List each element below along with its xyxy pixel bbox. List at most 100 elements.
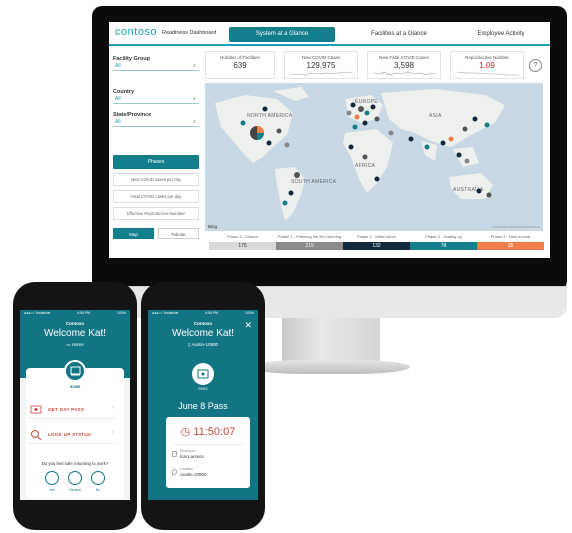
home-label: HOME [69, 385, 81, 389]
employee-caption: Employee [180, 449, 196, 453]
answer-yes: Yes [49, 488, 55, 492]
phone-pass: ●●●○○ Vodafone 4:00 PM 100% Contoso ✕ We… [141, 282, 265, 530]
tab-facilities-at-a-glance[interactable]: Facilities at a Glance [357, 27, 441, 42]
monitor-stand [282, 318, 380, 366]
pass-icon [30, 405, 42, 414]
chevron-right-icon: › [112, 405, 114, 411]
state-select[interactable]: All ∨ [113, 118, 199, 127]
location-pin-icon [172, 469, 177, 475]
help-icon[interactable]: ? [529, 59, 542, 72]
company-name: Contoso [65, 321, 85, 326]
status-bar: ●●●○○ Vodafone 4:00 PM 100% [20, 310, 130, 318]
kpi-value: 639 [233, 61, 247, 70]
metric-button-new-cases[interactable]: New COVID cases per day [113, 173, 199, 186]
filter-pane: Facility Group All ∨ Country All ∨ State/P… [113, 52, 199, 252]
kpi-value: 1.09 [479, 61, 495, 70]
status-bar: ●●●○○ Vodafone 4:00 PM 100% [148, 310, 258, 318]
welcome-text: Welcome Kat! [171, 328, 235, 339]
answer-neutral: Neutral [69, 488, 81, 492]
facility-group-select[interactable]: All ∨ [113, 62, 199, 71]
phase-bar: 175 219 132 78 35 [209, 242, 544, 250]
clock: 4:00 PM [77, 311, 91, 315]
location-value: Austin-10900 [180, 472, 207, 477]
smile-face-icon[interactable] [45, 471, 59, 485]
metric-button-reproductive-number[interactable]: Effective Reproductive Number [113, 207, 199, 220]
kpi-new-cases: New COVID Cases 129,975 [284, 51, 358, 79]
metric-button-fatal-cases[interactable]: Fatal COVID cases per day [113, 190, 199, 203]
sparkline [374, 71, 436, 76]
battery: 100% [245, 311, 254, 315]
brand-logo[interactable]: contoso [115, 26, 157, 38]
country-select[interactable]: All ∨ [113, 95, 199, 104]
tab-system-at-a-glance[interactable]: System at a Glance [229, 27, 335, 42]
pass-icon [192, 363, 214, 385]
phone-home-screen: ●●●○○ Vodafone 4:00 PM 100% Contoso Welc… [20, 310, 130, 500]
map-toggle[interactable]: Map [113, 228, 154, 239]
location-value: Austin-10900 [191, 342, 218, 347]
pass-time-value: 11:50:07 [193, 426, 236, 438]
look-up-status-button[interactable]: LOOK UP STATUS › [28, 426, 116, 444]
search-icon [31, 430, 42, 440]
pass-title: June 8 Pass [178, 401, 228, 411]
menu-label: LOOK UP STATUS [48, 432, 92, 437]
location-text: ▯ Austin-10900 [187, 342, 218, 347]
divider [172, 444, 244, 445]
carrier: ●●●○○ Vodafone [152, 311, 179, 315]
view-toggle: Map Tabular [113, 228, 199, 239]
chevron-down-icon: ∨ [192, 63, 196, 69]
location-value: Home [71, 342, 84, 347]
phase-label: Phase 2 - Initial return [356, 234, 397, 239]
kpi-facilities: Number of Facilities 639 [205, 51, 275, 79]
sparkline [291, 71, 353, 76]
company-name: Contoso [193, 321, 213, 326]
chevron-right-icon: › [112, 430, 114, 436]
answer-no: No [95, 488, 101, 492]
location-caption: Location [180, 467, 194, 471]
pass-label: PASS [198, 387, 208, 391]
map-copyright: © 2020 Microsoft Corporation Terms [491, 225, 540, 229]
phase-count-3[interactable]: 78 [410, 242, 477, 250]
carrier: ●●●○○ Vodafone [24, 311, 51, 315]
kpi-value: 3,598 [393, 61, 415, 70]
chevron-down-icon: ∨ [192, 119, 196, 125]
monitor-stand-base [250, 360, 410, 374]
pass-card: ◷ 11:50:07 Employee Kat Larsson Location… [166, 417, 250, 488]
dashboard-screen: contoso Readiness Dashboard System at a … [109, 22, 550, 258]
get-day-pass-button[interactable]: GET DAY PASS › [28, 401, 116, 419]
phase-count-1[interactable]: 219 [276, 242, 343, 250]
tabular-toggle[interactable]: Tabular [158, 228, 199, 239]
home-icon[interactable] [64, 360, 86, 382]
state-value: All [115, 119, 121, 125]
phase-labels: Phase 0 - Closed Phase 1 - Planning the … [209, 234, 544, 239]
phase-label: Phase 4 - New normal [490, 234, 531, 239]
safety-question: Do you feel safe returning to work? [41, 461, 109, 466]
country-value: All [115, 96, 121, 102]
neutral-face-icon[interactable] [68, 471, 82, 485]
phase-count-2[interactable]: 132 [343, 242, 410, 250]
badge-icon [172, 451, 177, 457]
welcome-text: Welcome Kat! [43, 328, 107, 339]
metric-button-phases[interactable]: Phases [113, 155, 199, 169]
battery: 100% [117, 311, 126, 315]
phase-label: Phase 1 - Planning the Re-Opening [277, 234, 342, 239]
clock: 4:00 PM [205, 311, 219, 315]
sparkline [457, 71, 519, 76]
kpi-fatal-cases: New Fatal COVID Cases 3,598 [367, 51, 441, 79]
location-text: ▭ Home [66, 342, 84, 347]
menu-label: GET DAY PASS [48, 407, 85, 412]
tab-employee-activity[interactable]: Employee Activity [459, 27, 543, 42]
pass-time: ◷ 11:50:07 [166, 425, 250, 438]
world-map[interactable]: NORTH AMERICA EUROPE ASIA AFRICA SOUTH A… [205, 83, 543, 231]
kpi-reproductive-number: Reproductive Number 1.09 [450, 51, 524, 79]
facility-group-value: All [115, 63, 121, 69]
phone-home: ●●●○○ Vodafone 4:00 PM 100% Contoso Welc… [13, 282, 137, 530]
phase-count-0[interactable]: 175 [209, 242, 276, 250]
kpi-label: Reproductive Number [465, 55, 509, 60]
bing-logo: Bing [208, 224, 218, 229]
phase-count-4[interactable]: 35 [477, 242, 544, 250]
kpi-label: New COVID Cases [301, 55, 341, 60]
dashboard-title: Readiness Dashboard [162, 30, 217, 36]
chevron-down-icon: ∨ [192, 96, 196, 102]
sad-face-icon[interactable] [91, 471, 105, 485]
phase-label: Phase 0 - Closed [227, 234, 258, 239]
